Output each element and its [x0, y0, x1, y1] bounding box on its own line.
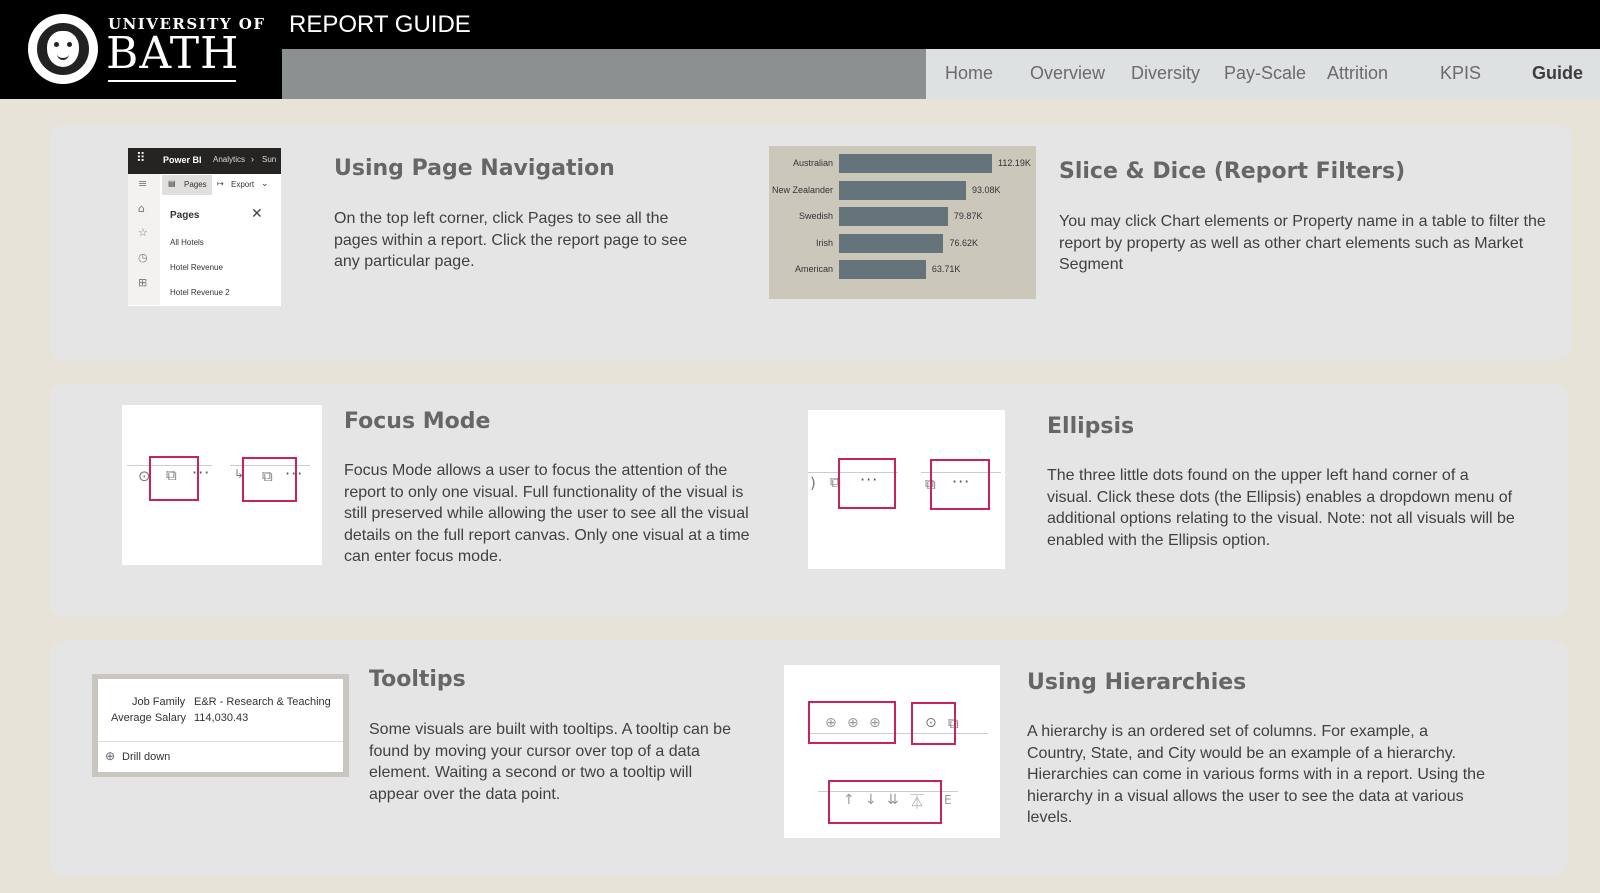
- bar-category-label: New Zealander: [771, 184, 833, 195]
- focus-mode-thumbnail: ⊙ ⧉ ··· ↳ ⧉ ···: [122, 405, 322, 565]
- app-grid-icon: ⠿: [136, 151, 146, 166]
- nav-overview[interactable]: Overview: [1030, 63, 1105, 84]
- section-title-tooltips: Tooltips: [369, 667, 466, 692]
- bar[interactable]: [839, 207, 948, 226]
- powerbi-app-name: Power BI: [163, 155, 202, 165]
- page-navigation-thumbnail: ⠿ Power BI Analytics › Sun ≡ ⌂ ☆ ◷ ⊞ ▤ P…: [128, 148, 281, 306]
- highlight-box: [242, 457, 297, 502]
- pages-doc-icon: ▤: [168, 179, 176, 188]
- close-icon[interactable]: ✕: [251, 205, 263, 222]
- ellipsis-thumbnail: ) ⧉ ··· ⧉ ···: [808, 410, 1005, 569]
- bar[interactable]: [839, 154, 992, 173]
- highlight-box: [828, 780, 942, 824]
- nav-guide[interactable]: Guide: [1532, 63, 1583, 84]
- page-list-item[interactable]: All Hotels: [170, 238, 204, 247]
- bar-value-label: 93.08K: [971, 184, 1001, 195]
- star-icon: ☆: [138, 226, 148, 239]
- nav-diversity[interactable]: Diversity: [1131, 63, 1200, 84]
- export-chevron-icon: ⌄: [261, 178, 269, 188]
- section-title-ellipsis: Ellipsis: [1047, 414, 1135, 439]
- header-spacer-bar: [282, 49, 926, 99]
- hierarchy-thumbnail: ⊕ ⊕ ⊕ ⊙ ⧉ ↑ ↓ ⇊ ⏄ E: [784, 665, 1000, 838]
- bar-category-label: Australian: [792, 158, 833, 168]
- section-title-slice-dice: Slice & Dice (Report Filters): [1059, 159, 1406, 184]
- powerbi-breadcrumb-next: Sun: [262, 155, 277, 164]
- format-icon: E: [944, 793, 952, 807]
- drill-down-icon: ): [810, 474, 816, 492]
- breadcrumb-chevron-icon: ›: [251, 154, 254, 164]
- nav-pay-scale[interactable]: Pay-Scale: [1224, 63, 1306, 84]
- bar-value-label: 79.87K: [953, 211, 983, 221]
- highlight-box: [149, 456, 199, 501]
- tooltip-row-value: E&R - Research & Teaching: [194, 696, 331, 708]
- apps-icon: ⊞: [138, 276, 148, 289]
- crest-face-icon: [47, 31, 79, 67]
- pages-button[interactable]: Pages: [184, 180, 207, 189]
- nav-home[interactable]: Home: [945, 63, 993, 84]
- bar-category-label: Swedish: [798, 211, 833, 221]
- logo-underline: [108, 80, 236, 82]
- tooltip-thumbnail: Job Family E&R - Research & Teaching Ave…: [92, 674, 349, 777]
- section-title-focus-mode: Focus Mode: [344, 409, 491, 434]
- tooltip-row-value: 114,030.43: [194, 712, 249, 724]
- bar[interactable]: [839, 180, 966, 200]
- highlight-box: [808, 701, 896, 744]
- powerbi-breadcrumb: Analytics: [213, 155, 246, 164]
- bar-value-label: 63.71K: [931, 264, 961, 274]
- bar-value-label: 112.19K: [998, 158, 1031, 168]
- export-arrow-icon: ↦: [217, 179, 224, 188]
- tooltip-row-label: Average Salary: [111, 712, 187, 724]
- section-body-slice-dice: You may click Chart elements or Property…: [1059, 213, 1546, 273]
- tooltip-card: Job Family E&R - Research & Teaching Ave…: [98, 679, 343, 772]
- export-button[interactable]: Export: [231, 180, 254, 189]
- highlight-box: [930, 459, 990, 510]
- section-body-tooltips: Some visuals are built with tooltips. A …: [369, 721, 731, 803]
- page-list-item[interactable]: Hotel Revenue: [170, 263, 223, 272]
- drill-down-icon: ⊕: [105, 749, 116, 763]
- section-body-ellipsis: The three little dots found on the upper…: [1047, 467, 1515, 549]
- nav-attrition[interactable]: Attrition: [1327, 63, 1388, 84]
- university-name: BATH: [106, 28, 240, 79]
- bar-chart-thumbnail: Australian 112.19K New Zealander 93.08K Swed…: [769, 146, 1036, 299]
- bar[interactable]: [839, 260, 926, 279]
- hamburger-icon: ≡: [138, 177, 148, 190]
- clock-icon: ◷: [138, 251, 148, 264]
- bar-category-label: American: [794, 264, 833, 274]
- highlight-box: [838, 458, 896, 509]
- section-body-page-navigation: On the top left corner, click Pages to s…: [334, 210, 688, 270]
- powerbi-topbar: [128, 148, 281, 174]
- bar-category-label: Irish: [815, 237, 833, 248]
- home-icon: ⌂: [138, 202, 145, 215]
- bar-value-label: 76.62K: [949, 237, 979, 248]
- section-body-focus-mode: Focus Mode allows a user to focus the at…: [344, 462, 750, 565]
- section-title-hierarchies: Using Hierarchies: [1027, 670, 1247, 695]
- drill-down-action[interactable]: Drill down: [122, 751, 170, 763]
- page-title: REPORT GUIDE: [289, 11, 471, 38]
- section-title-page-navigation: Using Page Navigation: [334, 156, 615, 181]
- highlight-box: [911, 702, 956, 745]
- page-list-item[interactable]: Hotel Revenue 2: [170, 288, 230, 297]
- pages-pane-header: Pages: [170, 210, 200, 221]
- bar[interactable]: [839, 233, 944, 253]
- nav-kpis[interactable]: KPIS: [1440, 63, 1481, 84]
- tooltip-row-label: Job Family: [132, 696, 186, 708]
- section-body-hierarchies: A hierarchy is an ordered set of columns…: [1027, 723, 1485, 826]
